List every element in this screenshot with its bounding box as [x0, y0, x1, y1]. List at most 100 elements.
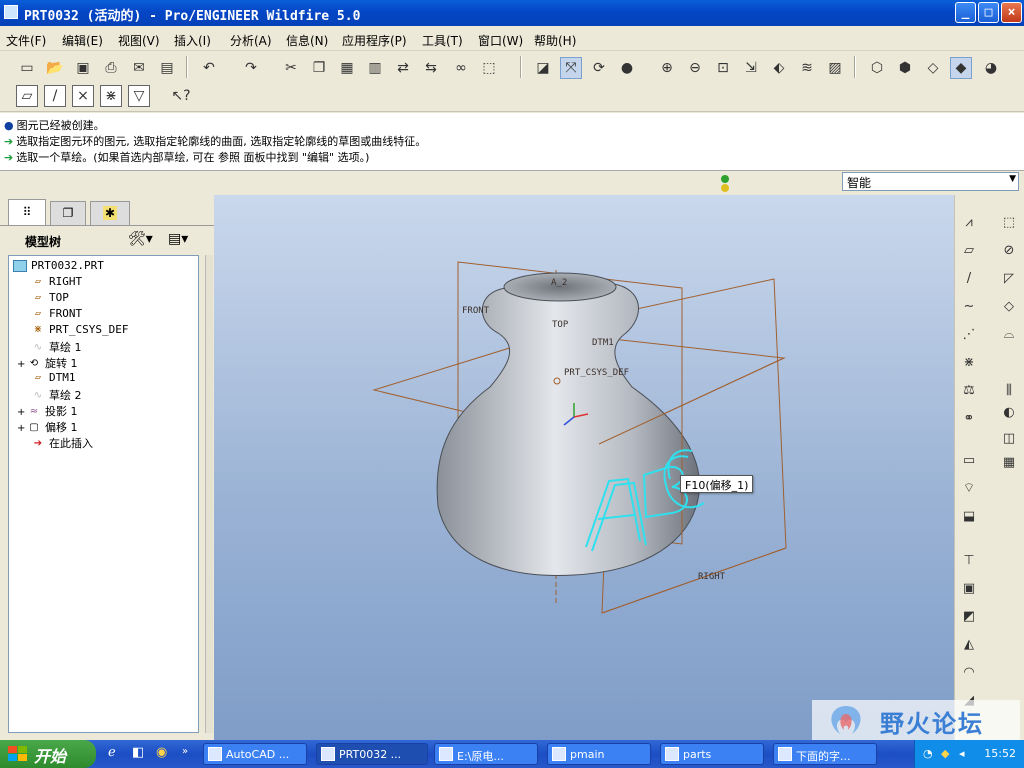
tree-settings-icon[interactable]: 🛠▾ — [128, 231, 153, 247]
send-mail-icon[interactable]: ✉ — [128, 57, 150, 79]
zoom-in-icon[interactable]: ⊕ — [656, 57, 678, 79]
hidden-line-icon[interactable]: ⬢ — [894, 57, 916, 79]
menu-edit[interactable]: 编辑(E) — [62, 32, 103, 49]
layers-icon[interactable]: ≋ — [796, 57, 818, 79]
csys-display-icon[interactable]: ⋇ — [100, 85, 122, 107]
tree-item-top[interactable]: ▱ TOP — [31, 291, 69, 307]
thicken-tool-icon[interactable]: ◭ — [958, 633, 980, 655]
menu-applications[interactable]: 应用程序(P) — [342, 32, 407, 49]
help-globe-icon[interactable]: ◕ — [980, 57, 1002, 79]
sketch-tool-icon[interactable]: ⩘ — [958, 211, 980, 233]
no-hidden-icon[interactable]: ◇ — [922, 57, 944, 79]
expand-icon[interactable]: + — [17, 423, 27, 434]
tree-item-dtm1[interactable]: ▱ DTM1 — [31, 371, 76, 387]
repaint-icon[interactable]: ◪ — [532, 57, 554, 79]
appearance-icon[interactable]: ● — [616, 57, 638, 79]
menu-help[interactable]: 帮助(H) — [534, 32, 576, 49]
view-manager-icon[interactable]: ▨ — [824, 57, 846, 79]
shell-tool-icon[interactable]: ▣ — [958, 577, 980, 599]
zoom-out-icon[interactable]: ⊖ — [684, 57, 706, 79]
tree-item-revolve-1[interactable]: + ⟲ 旋转 1 — [17, 355, 78, 371]
menu-insert[interactable]: 插入(I) — [174, 32, 211, 49]
datum-plane-tool-icon[interactable]: ▱ — [958, 239, 980, 261]
boundary-blend-icon[interactable]: ⌓ — [998, 323, 1020, 345]
refit-icon[interactable]: ⊡ — [712, 57, 734, 79]
save-icon[interactable]: ▣ — [72, 57, 94, 79]
menu-view[interactable]: 视图(V) — [118, 32, 160, 49]
undo-icon[interactable]: ↶ — [198, 57, 220, 79]
extrude-surface-icon[interactable]: ⬚ — [998, 211, 1020, 233]
annotation-display-icon[interactable]: ▽ — [128, 85, 150, 107]
blend-tool-icon[interactable]: ◇ — [998, 295, 1020, 317]
close-window-icon[interactable]: ▤ — [156, 57, 178, 79]
tree-item-front[interactable]: ▱ FRONT — [31, 307, 82, 323]
datum-point-tool-icon[interactable]: ⋰ — [958, 323, 980, 345]
show-menu-icon[interactable]: ▤▾ — [168, 231, 188, 247]
menu-analysis[interactable]: 分析(A) — [230, 32, 272, 49]
shield-tray-icon[interactable]: ◆ — [941, 747, 949, 760]
tree-item-right[interactable]: ▱ RIGHT — [31, 275, 82, 291]
csys-tool-icon[interactable]: ⋇ — [958, 351, 980, 373]
revolve-tool-icon[interactable]: ⊘ — [998, 239, 1020, 261]
regen-manager-icon[interactable]: ⇆ — [420, 57, 442, 79]
chevron-down-icon[interactable]: ▼ — [1009, 174, 1016, 184]
spin-center-icon[interactable]: ⤧ — [560, 57, 582, 79]
orient-mode-icon[interactable]: ⟳ — [588, 57, 610, 79]
chamfer-tool-icon[interactable]: ⬓ — [958, 505, 980, 527]
tab-favorites[interactable]: ✱ — [90, 201, 130, 225]
panel-splitter[interactable] — [205, 255, 213, 733]
menu-file[interactable]: 文件(F) — [6, 32, 46, 49]
find-icon[interactable]: ∞ — [450, 57, 472, 79]
saved-views-icon[interactable]: ⬖ — [768, 57, 790, 79]
clock[interactable]: 15:52 — [984, 747, 1016, 760]
copy-icon[interactable]: ❐ — [308, 57, 330, 79]
regenerate-icon[interactable]: ⇄ — [392, 57, 414, 79]
tree-item-project-1[interactable]: + ≈ 投影 1 — [17, 403, 78, 419]
menu-tools[interactable]: 工具(T) — [422, 32, 463, 49]
task-document[interactable]: 下面的字... — [773, 743, 877, 765]
axis-display-icon[interactable]: / — [44, 85, 66, 107]
close-button[interactable]: × — [1001, 2, 1022, 23]
print-icon[interactable]: ⎙ — [100, 57, 122, 79]
shading-icon[interactable]: ◆ — [950, 57, 972, 79]
desktop-quicklaunch-icon[interactable]: ◧ — [132, 745, 144, 760]
task-autocad[interactable]: AutoCAD ... — [203, 743, 307, 765]
network-tray-icon[interactable]: ◔ — [923, 747, 933, 760]
tree-item-part[interactable]: PRT0032.PRT — [13, 259, 104, 275]
tree-item-sketch-1[interactable]: ∿ 草绘 1 — [31, 339, 82, 355]
plane-display-icon[interactable]: ▱ — [16, 85, 38, 107]
paste-special-icon[interactable]: ▥ — [364, 57, 386, 79]
start-button[interactable]: 开始 — [0, 740, 96, 768]
graphics-viewport[interactable]: FRONT TOP DTM1 PRT_CSYS_DEF RIGHT A_2 F1… — [214, 195, 954, 740]
draft-tool-icon[interactable]: ◩ — [958, 605, 980, 627]
task-explorer[interactable]: E:\原电... — [434, 743, 538, 765]
open-folder-icon[interactable]: 📂 — [44, 57, 66, 79]
volume-tray-icon[interactable]: ◂ — [959, 747, 965, 760]
solidify-tool-icon[interactable]: ◠ — [958, 661, 980, 683]
task-pmain[interactable]: pmain — [547, 743, 651, 765]
cut-icon[interactable]: ✂ — [280, 57, 302, 79]
analysis-feature-icon[interactable]: ⚖ — [958, 379, 980, 401]
tree-item-sketch-2[interactable]: ∿ 草绘 2 — [31, 387, 82, 403]
task-parts[interactable]: parts — [660, 743, 764, 765]
model-graphics[interactable]: FRONT TOP DTM1 PRT_CSYS_DEF RIGHT A_2 — [214, 195, 954, 740]
expand-icon[interactable]: + — [17, 407, 27, 418]
quicklaunch-more-icon[interactable]: » — [182, 746, 188, 757]
wireframe-icon[interactable]: ⬡ — [866, 57, 888, 79]
copy-paste-feature-icon[interactable]: ▭ — [958, 449, 980, 471]
menu-window[interactable]: 窗口(W) — [478, 32, 523, 49]
point-display-icon[interactable]: × — [72, 85, 94, 107]
rib-tool-icon[interactable]: ⊤ — [958, 549, 980, 571]
select-box-icon[interactable]: ⬚ — [478, 57, 500, 79]
redo-icon[interactable]: ↷ — [240, 57, 262, 79]
sweep-tool-icon[interactable]: ◸ — [998, 267, 1020, 289]
selection-filter[interactable]: 智能 ▼ — [842, 172, 1019, 191]
tree-item-insert-here[interactable]: ➔ 在此插入 — [31, 435, 93, 451]
reorient-icon[interactable]: ⇲ — [740, 57, 762, 79]
round-tool-icon[interactable]: ⌔ — [958, 477, 980, 499]
tab-folder-browser[interactable]: ❐ — [50, 201, 86, 225]
minimize-button[interactable]: _ — [955, 2, 976, 23]
expand-icon[interactable]: + — [17, 359, 27, 370]
datum-curve-tool-icon[interactable]: ∼ — [958, 295, 980, 317]
menu-info[interactable]: 信息(N) — [286, 32, 328, 49]
